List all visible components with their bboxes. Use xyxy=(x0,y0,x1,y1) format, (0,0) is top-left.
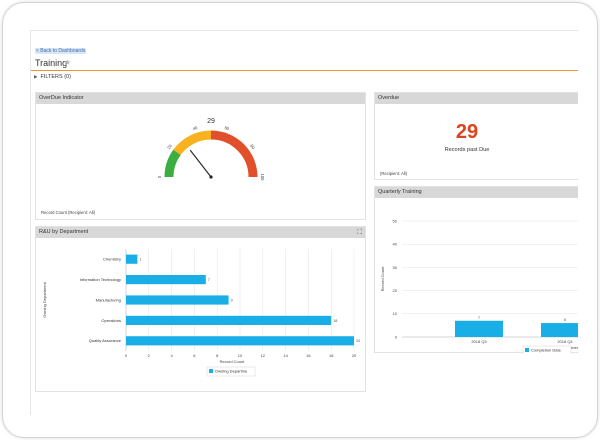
bar[interactable] xyxy=(126,295,229,305)
overdue-label: Records past Due xyxy=(444,147,490,153)
x-tick-label: 4 xyxy=(170,353,173,358)
quarterly-bar-chart: 0 10 20 30 40 50 7 2018 Q3 6 2018 Q4 Completion Da… xyxy=(380,218,578,354)
legend-swatch xyxy=(525,348,529,352)
x-axis-title: Record Count xyxy=(220,359,246,364)
legend-label[interactable]: Owning Departme xyxy=(215,369,248,374)
quarterly-training-title: Quarterly Training xyxy=(378,189,422,195)
overdue-footer: (Recipient: All) xyxy=(380,171,407,176)
overdue-title: Overdue xyxy=(378,95,400,101)
legend-swatch xyxy=(209,369,213,373)
gauge-needle-hub xyxy=(209,175,213,179)
back-to-dashboards-link[interactable]: < Back to Dashboards xyxy=(35,48,87,54)
gauge-band-green xyxy=(164,149,181,178)
gauge-band-red xyxy=(210,130,258,178)
dashboard-screen: < Back to Dashboards Training ★ ▶ FILTERS… xyxy=(30,30,578,415)
overdue-header: Overdue xyxy=(375,93,578,104)
overdue-panel: Overdue 29 Records past Due (Recipient: … xyxy=(374,92,578,180)
legend-label[interactable]: Completion Date xyxy=(531,348,562,353)
y-tick-label: Operations xyxy=(101,318,121,323)
quarterly-training-panel: Quarterly Training 0 10 20 30 40 50 7 2018 Q3 6 2… xyxy=(374,186,578,354)
x-tick-label: 10 xyxy=(238,353,243,358)
bar[interactable] xyxy=(126,315,332,325)
y-axis-title: Record Count xyxy=(380,266,385,292)
tablet-frame: < Back to Dashboards Training ★ ▶ FILTERS… xyxy=(2,2,598,438)
star-icon[interactable]: ★ xyxy=(64,58,71,67)
bar[interactable] xyxy=(126,275,206,285)
data-label: 7 xyxy=(208,278,210,282)
y-tick-label: 50 xyxy=(393,218,398,223)
y-tick-label: 0 xyxy=(395,334,398,339)
y-axis-title: Owning Department xyxy=(42,281,47,317)
rd-by-department-header: R&U by Department ⛶ xyxy=(36,227,365,238)
gauge-tick-label: 20 xyxy=(166,143,173,150)
overdue-indicator-title: OverDue Indicator xyxy=(39,95,84,101)
x-tick-label: 0 xyxy=(125,353,128,358)
department-bar-chart: 0 2 4 6 8 10 12 14 16 18 20 Chemistry 1 Information T… xyxy=(42,249,360,377)
x-tick-label: 12 xyxy=(261,353,266,358)
gauge-chart: 0 20 40 60 80 100 29 xyxy=(157,118,265,182)
header-divider xyxy=(31,70,578,71)
rd-by-department-title: R&U by Department xyxy=(39,229,89,235)
y-tick-label: 30 xyxy=(393,265,398,270)
caret-right-icon: ▶ xyxy=(34,74,38,79)
filters-label: FILTERS (0) xyxy=(40,74,71,80)
overdue-indicator-header: OverDue Indicator xyxy=(36,93,365,104)
y-tick-label: Information Technology xyxy=(80,277,121,282)
gauge-needle xyxy=(189,149,212,178)
x-tick-label: 16 xyxy=(306,353,311,358)
gauge-tick-label: 60 xyxy=(224,125,231,131)
y-tick-label: 20 xyxy=(393,288,398,293)
gauge-value-label: 29 xyxy=(207,118,215,125)
x-tick-label: 2 xyxy=(148,353,151,358)
gauge-tick-label: 80 xyxy=(249,143,256,150)
quarterly-training-header: Quarterly Training xyxy=(375,187,578,198)
x-tick-label: 14 xyxy=(283,353,288,358)
bar[interactable] xyxy=(455,320,503,337)
x-tick-label: 2018 Q4 xyxy=(557,339,573,344)
x-tick-label: 8 xyxy=(216,353,219,358)
data-label: 6 xyxy=(564,318,566,322)
expand-icon[interactable]: ⛶ xyxy=(357,228,362,237)
x-tick-label: 20 xyxy=(352,353,357,358)
x-tick-label: 6 xyxy=(193,353,196,358)
y-tick-label: Manufacturing xyxy=(96,297,121,302)
filters-toggle[interactable]: ▶ FILTERS (0) xyxy=(34,74,71,80)
y-tick-label: Chemistry xyxy=(103,257,121,262)
gauge-tick-label: 40 xyxy=(192,125,199,131)
x-tick-label: 2018 Q3 xyxy=(471,339,487,344)
bar[interactable] xyxy=(126,254,138,264)
data-label: 1 xyxy=(139,258,141,262)
gauge-band-yellow xyxy=(173,130,212,156)
y-tick-label: 40 xyxy=(393,242,398,247)
page-title: Training xyxy=(35,58,68,68)
y-tick-label: Quality Assurance xyxy=(89,338,122,343)
overdue-indicator-footer: Record Count (Recipient: All) xyxy=(41,210,95,215)
data-label: 7 xyxy=(478,316,480,320)
gauge-tick-label: 0 xyxy=(157,175,162,178)
overdue-indicator-panel: OverDue Indicator 0 20 40 60 80 100 29 Record … xyxy=(35,92,366,220)
data-label: 9 xyxy=(231,298,233,302)
bar[interactable] xyxy=(541,323,578,337)
bar[interactable] xyxy=(126,336,354,346)
data-label: 20 xyxy=(356,339,360,343)
y-tick-label: 10 xyxy=(393,311,398,316)
data-label: 18 xyxy=(333,319,337,323)
x-tick-label: 18 xyxy=(329,353,334,358)
overdue-count: 29 xyxy=(455,121,479,143)
rd-by-department-panel: R&U by Department ⛶ 0 2 4 6 8 10 12 14 16 18 20 Che… xyxy=(35,226,366,392)
gauge-tick-label: 100 xyxy=(260,174,265,182)
